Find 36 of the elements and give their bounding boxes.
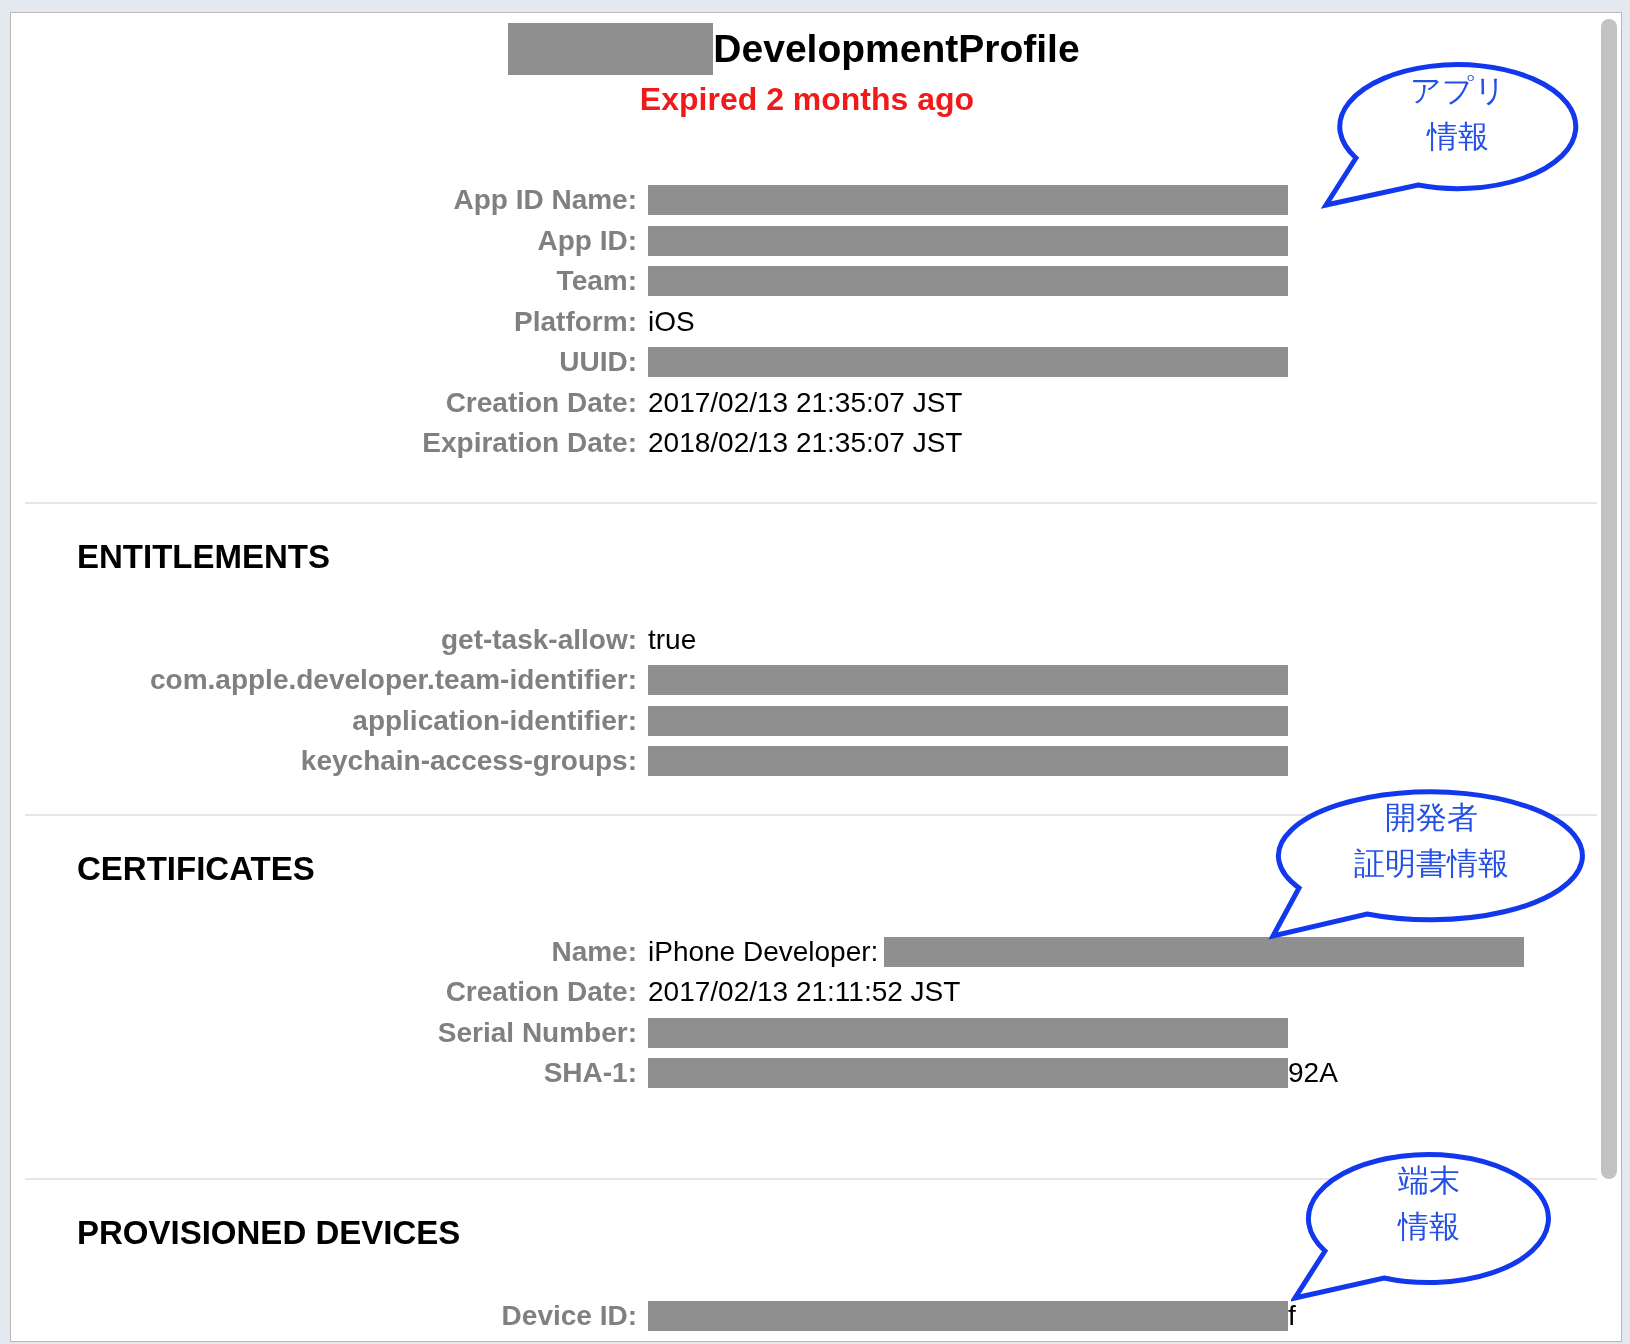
field-label: com.apple.developer.team-identifier: <box>149 664 637 697</box>
field-label: App ID Name: <box>453 184 637 217</box>
section-heading: PROVISIONED DEVICES <box>77 1213 461 1252</box>
field-label: App ID: <box>537 224 637 257</box>
section-heading: CERTIFICATES <box>77 849 315 888</box>
field-value: true <box>648 623 697 656</box>
callout-text: 端末 <box>1398 1161 1460 1199</box>
profile-title: DevelopmentProfile <box>713 27 1080 71</box>
field-value: iPhone Developer: <box>648 935 879 968</box>
field-label: Platform: <box>514 305 637 338</box>
scrollbar-thumb[interactable] <box>1601 19 1617 1179</box>
field-label: SHA-1: <box>543 1057 637 1090</box>
callout-text: 開発者 <box>1384 798 1478 836</box>
field-label: UUID: <box>559 346 637 379</box>
field-value: 92A <box>1288 1057 1338 1090</box>
field-value: f <box>1288 1299 1296 1332</box>
field-label: Serial Number: <box>437 1016 637 1049</box>
field-label: Device ID: <box>501 1299 637 1332</box>
section-heading: ENTITLEMENTS <box>77 537 330 576</box>
field-label: Name: <box>551 935 637 968</box>
field-value: iOS <box>648 305 695 338</box>
expiry-status: Expired 2 months ago <box>639 81 976 118</box>
callout-text: 情報 <box>1427 117 1489 155</box>
field-value: 2017/02/13 21:11:52 JST <box>648 976 961 1009</box>
field-label: Team: <box>556 265 637 298</box>
field-value: 2018/02/13 21:35:07 JST <box>648 427 963 460</box>
callout-text: 情報 <box>1398 1207 1460 1245</box>
field-label: Expiration Date: <box>422 427 637 460</box>
field-label: get-task-allow: <box>440 623 637 656</box>
field-label: Creation Date: <box>445 976 637 1009</box>
field-value: 2017/02/13 21:35:07 JST <box>648 386 963 419</box>
field-label: application-identifier: <box>352 704 637 737</box>
callout-text: アプリ <box>1410 71 1506 109</box>
field-label: keychain-access-groups: <box>300 745 637 778</box>
callout-text: 証明書情報 <box>1353 844 1509 882</box>
field-label: Creation Date: <box>445 386 637 419</box>
